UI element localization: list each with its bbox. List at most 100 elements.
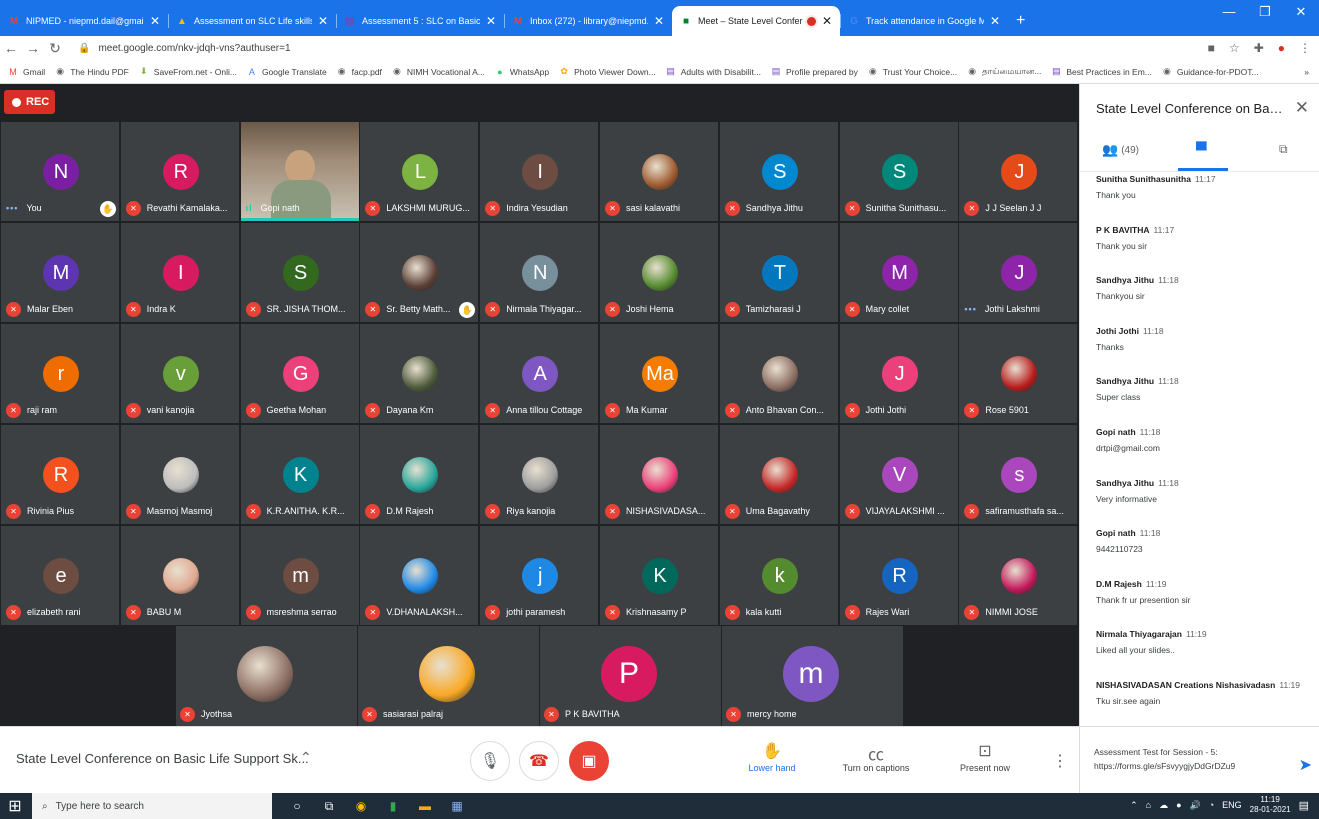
bookmark-star-icon[interactable]: ☆ xyxy=(1229,41,1240,55)
participant-tile[interactable]: J ✕ J J Seelan J J xyxy=(958,121,1079,222)
forward-icon[interactable]: → xyxy=(22,40,44,56)
file-explorer-icon[interactable]: ▬ xyxy=(414,799,436,814)
tab-chat[interactable]: ▀ xyxy=(1196,142,1207,159)
participant-tile[interactable]: N ••• You ✋ xyxy=(0,121,120,222)
cortana-icon[interactable]: ○ xyxy=(286,799,308,814)
language-indicator[interactable]: ENG xyxy=(1222,800,1242,810)
participant-tile[interactable]: m ✕ mercy home xyxy=(722,626,904,726)
bookmark-item[interactable]: ⬇ SaveFrom.net - Onli... xyxy=(139,66,237,77)
close-window-icon[interactable]: ✕ xyxy=(1283,4,1319,20)
participant-tile[interactable]: ✕ Uma Bagavathy xyxy=(718,424,839,525)
close-tab-icon[interactable]: ✕ xyxy=(990,14,1000,28)
clock[interactable]: 11:19 28-01-2021 xyxy=(1250,795,1291,815)
mic-tray-icon[interactable]: ● xyxy=(1176,800,1181,810)
close-tab-icon[interactable]: ✕ xyxy=(318,14,328,28)
participant-tile[interactable]: ✕ Anto Bhavan Con... xyxy=(718,323,839,424)
minimize-icon[interactable]: — xyxy=(1211,4,1247,20)
bookmark-item[interactable]: ◉ facp.pdf xyxy=(337,66,382,77)
participant-tile[interactable]: M ✕ Malar Eben xyxy=(0,222,120,323)
participant-tile[interactable]: P ✕ P K BAVITHA xyxy=(540,626,722,726)
participant-tile[interactable]: j ✕ jothi paramesh xyxy=(479,525,600,626)
bookmark-item[interactable]: ◉ NIMH Vocational A... xyxy=(392,66,485,77)
send-icon[interactable]: ➤ xyxy=(1299,755,1312,775)
meeting-title[interactable]: State Level Conference on Basic Life Sup… xyxy=(16,751,309,766)
reload-icon[interactable]: ↻ xyxy=(44,40,66,57)
bookmark-item[interactable]: ▤ Best Practices in Em... xyxy=(1051,66,1152,77)
chat-input-field[interactable]: Assessment Test for Session - 5: https:/… xyxy=(1094,745,1284,773)
participant-tile[interactable]: R ✕ Revathi Kamalaka... xyxy=(119,121,240,222)
new-tab-icon[interactable]: + xyxy=(1016,6,1025,36)
browser-menu-icon[interactable]: ⋮ xyxy=(1299,41,1311,55)
participant-tile[interactable]: V ✕ VIJAYALAKSHMI ... xyxy=(838,424,959,525)
onedrive-icon[interactable]: ☁ xyxy=(1159,800,1168,811)
tab-3[interactable]: ▤ Assessment 5 : SLC on Basic Life ✕ xyxy=(336,6,504,36)
bookmark-item[interactable]: ▤ Adults with Disabilit... xyxy=(666,66,761,77)
participant-tile[interactable]: ✕ Jyothsa xyxy=(176,626,358,726)
participant-tile[interactable]: R ✕ Rivinia Pius xyxy=(0,424,120,525)
participant-tile[interactable]: ✕ NIMMI JOSE xyxy=(958,525,1079,626)
bookmark-item[interactable]: ✿ Photo Viewer Down... xyxy=(559,66,655,77)
tab-people[interactable]: 👥 (49) xyxy=(1102,142,1139,158)
chevron-up-icon[interactable]: ⌃ xyxy=(300,749,312,766)
tab-activities[interactable]: ⧉ xyxy=(1279,142,1288,157)
more-options-icon[interactable]: ⋮ xyxy=(1052,751,1068,771)
participant-tile[interactable]: ✕ NISHASIVADASA... xyxy=(599,424,719,525)
windows-start-icon[interactable]: ⊞ xyxy=(0,793,30,819)
participant-tile[interactable]: ✕ sasiarasi palraj xyxy=(358,626,540,726)
close-tab-icon[interactable]: ✕ xyxy=(822,14,832,28)
participant-tile[interactable]: J ✕ Jothi Jothi xyxy=(838,323,959,424)
restore-icon[interactable]: ❐ xyxy=(1247,4,1283,20)
microphone-button[interactable]: 🎙 xyxy=(470,741,510,781)
participant-tile[interactable]: ✕ Rose 5901 xyxy=(958,323,1079,424)
participant-tile[interactable]: ✕ sasi kalavathi xyxy=(599,121,719,222)
app-icon-2[interactable]: ▦ xyxy=(446,799,468,814)
participant-tile[interactable]: ✕ Sr. Betty Math... ✋ xyxy=(359,222,480,323)
participant-tile[interactable]: L ✕ LAKSHMI MURUG... xyxy=(359,121,480,222)
captions-button[interactable]: ㏄ Turn on captions xyxy=(836,741,916,773)
participant-tile[interactable]: ✕ D.M Rajesh xyxy=(359,424,480,525)
lower-hand-button[interactable]: ✋ Lower hand xyxy=(732,741,812,773)
taskbar-search[interactable]: ⌕ Type here to search xyxy=(32,793,272,819)
volume-icon[interactable]: 🔊 xyxy=(1190,800,1201,811)
bookmarks-overflow-icon[interactable]: » xyxy=(1304,67,1309,77)
participant-tile[interactable]: R ✕ Rajes Wari xyxy=(838,525,959,626)
profile-avatar-icon[interactable]: ● xyxy=(1278,41,1285,55)
camera-button[interactable]: ▣ xyxy=(569,741,609,781)
participant-tile[interactable]: ✕ Joshi Hema xyxy=(599,222,719,323)
tab-5[interactable]: ■ Meet – State Level Conferen ✕ xyxy=(672,6,840,36)
participant-tile[interactable]: e ✕ elizabeth rani xyxy=(0,525,120,626)
participant-tile[interactable]: S ✕ Sunitha Sunithasu... xyxy=(838,121,959,222)
participant-tile[interactable]: K ✕ K.R.ANITHA. K.R... xyxy=(239,424,360,525)
notifications-icon[interactable]: ▤ xyxy=(1299,799,1309,812)
close-tab-icon[interactable]: ✕ xyxy=(486,14,496,28)
close-tab-icon[interactable]: ✕ xyxy=(150,14,160,28)
participant-tile[interactable]: S ✕ SR. JISHA THOM... xyxy=(239,222,360,323)
participant-tile[interactable]: k ✕ kala kutti xyxy=(718,525,839,626)
participant-tile[interactable]: ✕ Masmoj Masmoj xyxy=(119,424,240,525)
extensions-icon[interactable]: ✚ xyxy=(1254,41,1264,55)
participant-tile[interactable]: K ✕ Krishnasamy P xyxy=(599,525,719,626)
task-view-icon[interactable]: ⧉ xyxy=(318,799,340,814)
participant-tile[interactable]: ✕ Dayana Km xyxy=(359,323,480,424)
participant-tile[interactable]: m ✕ msreshma serrao xyxy=(239,525,360,626)
url-field[interactable]: 🔒 meet.google.com/nkv-jdqh-vns?authuser=1 xyxy=(78,43,291,54)
camera-icon[interactable]: ■ xyxy=(1208,41,1215,55)
bookmark-item[interactable]: ▤ Profile prepared by xyxy=(771,66,858,77)
participant-tile[interactable]: ✕ BABU M xyxy=(119,525,240,626)
wifi-icon[interactable]: ◔ xyxy=(1209,800,1214,810)
participant-tile[interactable]: N ✕ Nirmala Thiyagar... xyxy=(479,222,600,323)
chrome-icon[interactable]: ◉ xyxy=(350,799,372,814)
close-tab-icon[interactable]: ✕ xyxy=(654,14,664,28)
participant-tile[interactable]: Ma ✕ Ma Kumar xyxy=(599,323,719,424)
participant-tile[interactable]: v ✕ vani kanojia xyxy=(119,323,240,424)
participant-tile[interactable]: ✕ Riya kanojia xyxy=(479,424,600,525)
bookmark-item[interactable]: ◉ The Hindu PDF xyxy=(55,66,129,77)
tab-1[interactable]: M NIPMED - niepmd.dail@gmail.co ✕ xyxy=(0,6,168,36)
present-now-button[interactable]: ⊡ Present now xyxy=(945,741,1025,773)
bookmark-item[interactable]: ◉ Trust Your Choice... xyxy=(868,66,957,77)
tray-chevron-icon[interactable]: ⌃ xyxy=(1130,800,1138,811)
participant-tile[interactable]: I ✕ Indra K xyxy=(119,222,240,323)
participant-tile[interactable]: M ✕ Mary collet xyxy=(838,222,959,323)
tab-4[interactable]: M Inbox (272) - library@niepmd.in ✕ xyxy=(504,6,672,36)
bookmark-item[interactable]: ● WhatsApp xyxy=(495,67,549,77)
